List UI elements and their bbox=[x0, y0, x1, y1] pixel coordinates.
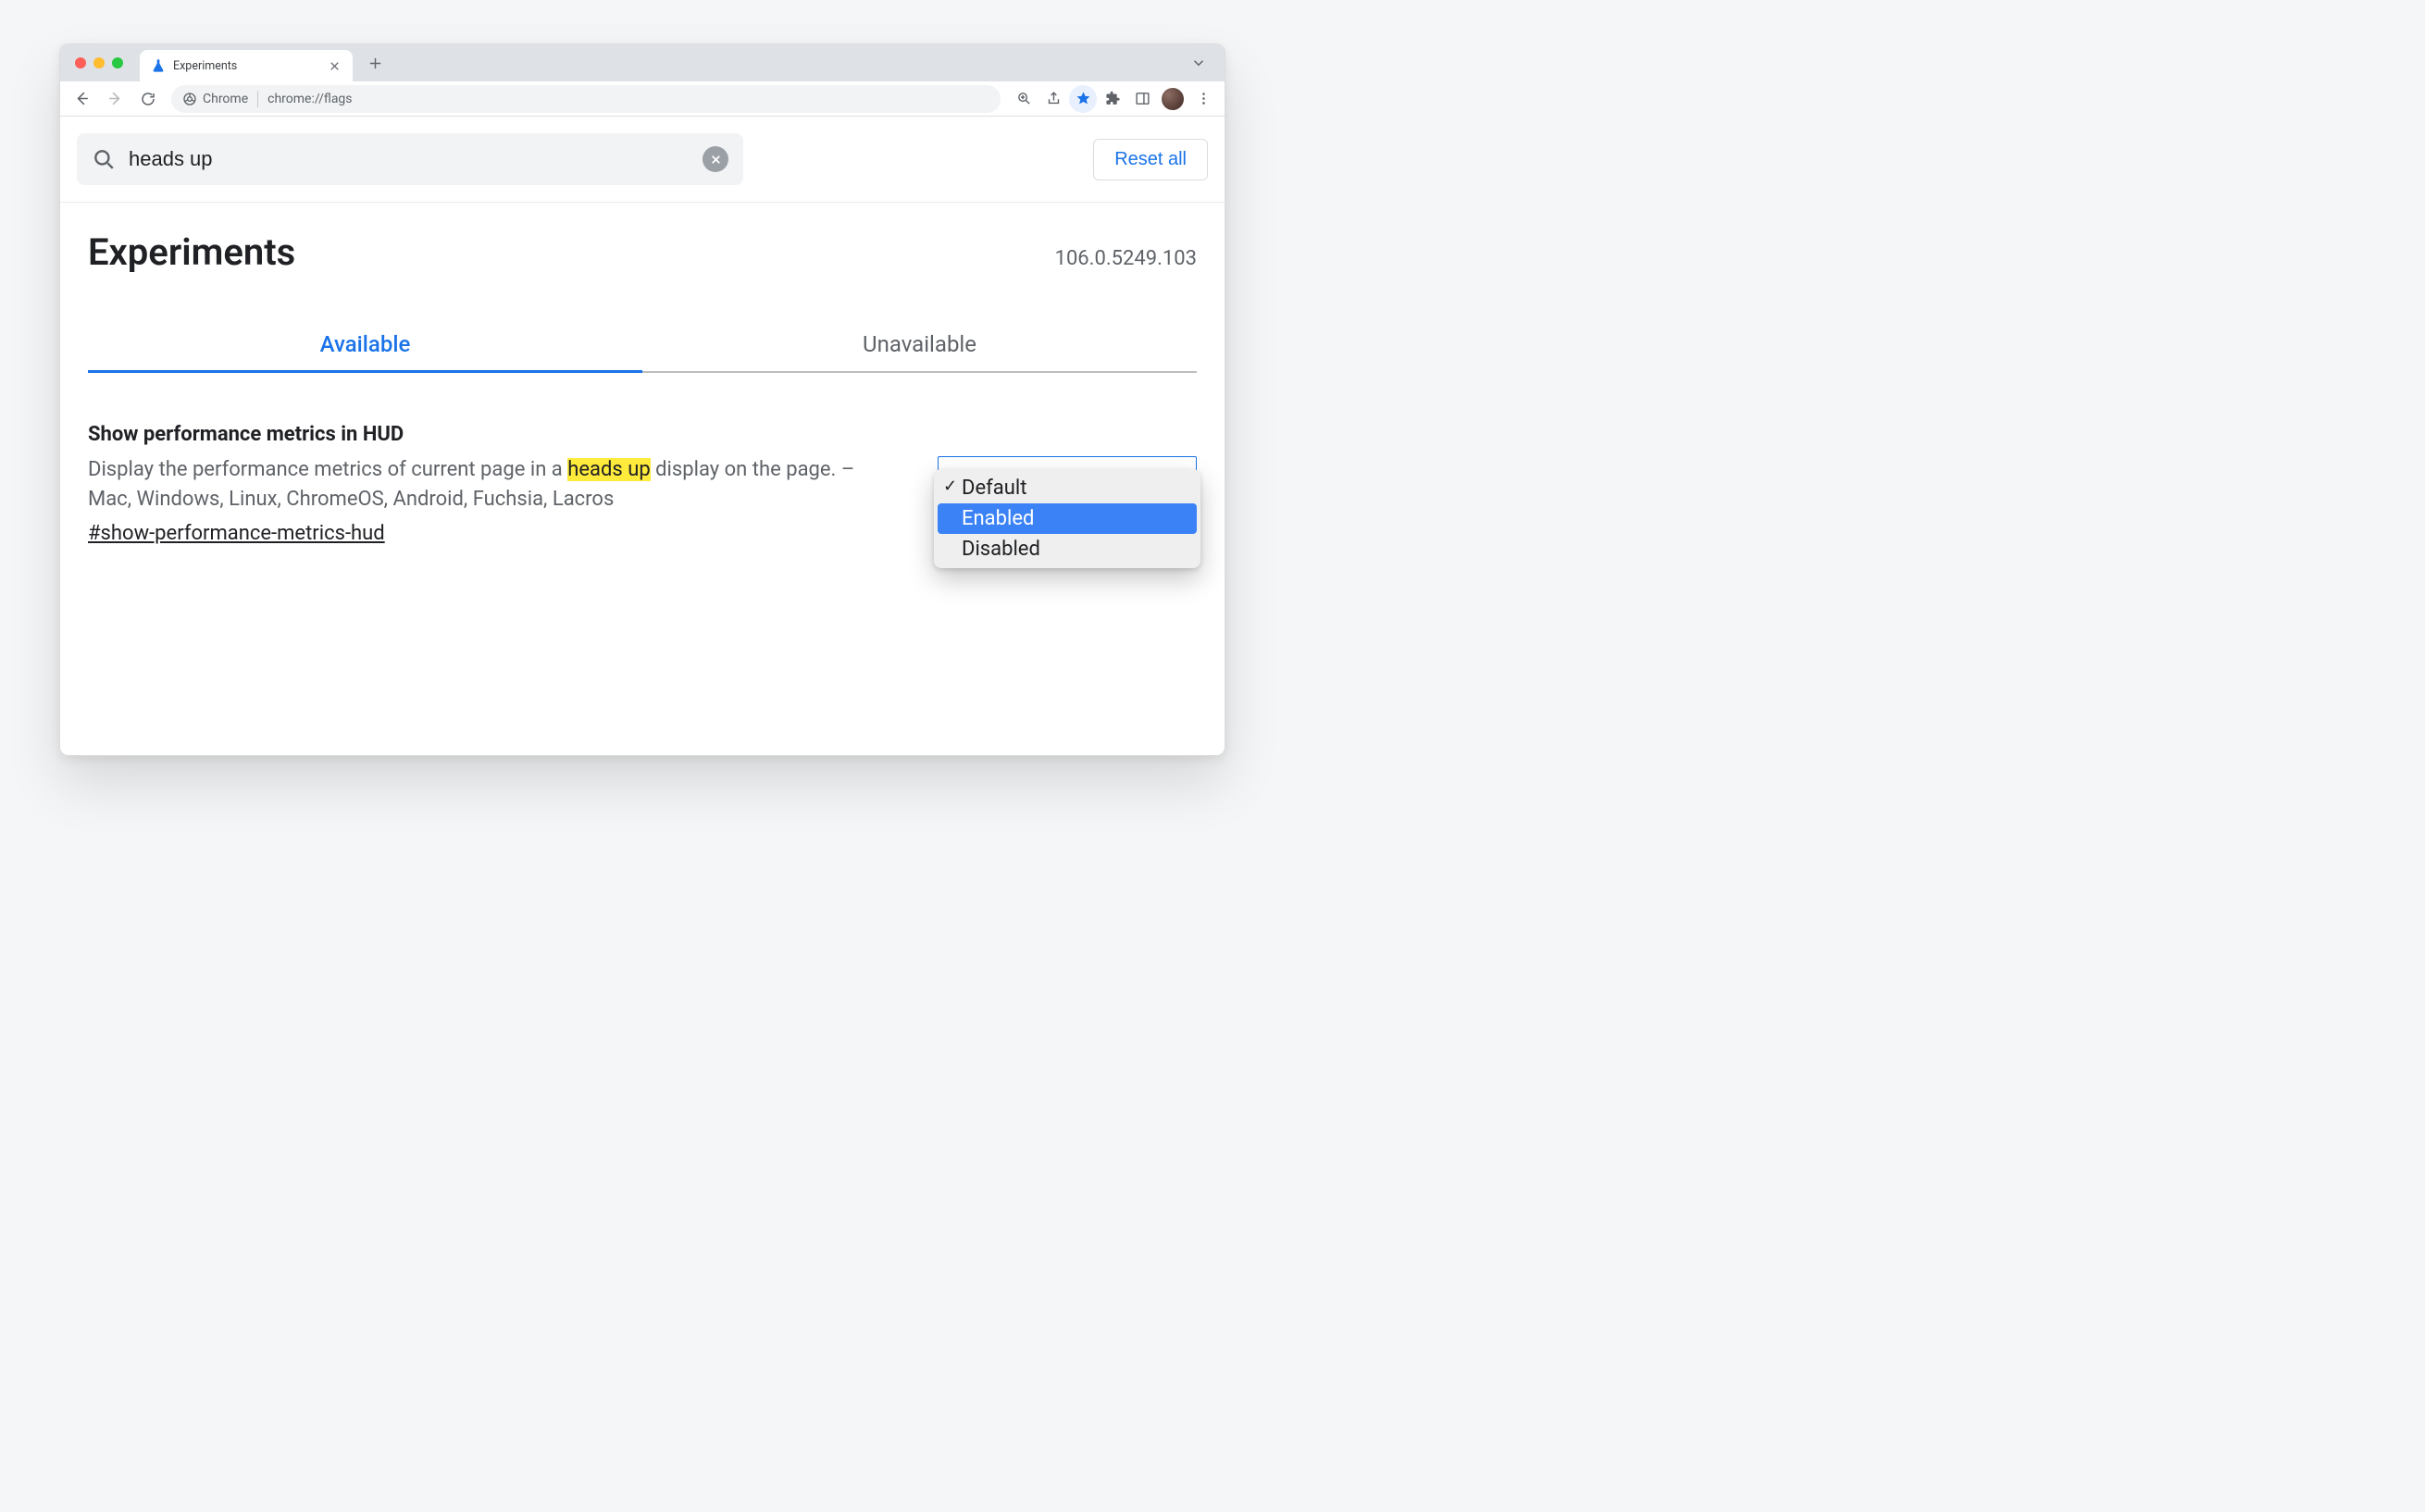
flag-desc-highlight: heads up bbox=[567, 458, 650, 481]
kebab-menu-icon[interactable] bbox=[1189, 85, 1217, 113]
forward-button[interactable] bbox=[101, 85, 129, 113]
fullscreen-window-button[interactable] bbox=[112, 57, 123, 68]
address-bar[interactable]: Chrome chrome://flags bbox=[171, 85, 1001, 113]
flags-search-row: Reset all bbox=[60, 117, 1225, 203]
flags-search-input[interactable] bbox=[129, 147, 690, 171]
dropdown-menu: Default Enabled Disabled bbox=[934, 469, 1200, 568]
tab-strip: Experiments bbox=[60, 44, 1225, 81]
share-icon[interactable] bbox=[1039, 85, 1067, 113]
browser-tab[interactable]: Experiments bbox=[140, 50, 353, 81]
flag-title: Show performance metrics in HUD bbox=[88, 423, 901, 446]
chrome-version: 106.0.5249.103 bbox=[1055, 247, 1197, 270]
page-header: Experiments 106.0.5249.103 bbox=[88, 230, 1197, 274]
tab-available[interactable]: Available bbox=[88, 318, 642, 373]
tabstrip-right bbox=[1186, 50, 1215, 76]
profile-avatar[interactable] bbox=[1162, 88, 1184, 110]
page-content: Reset all Experiments 106.0.5249.103 Ava… bbox=[60, 117, 1225, 755]
tab-title: Experiments bbox=[173, 59, 319, 73]
extensions-icon[interactable] bbox=[1099, 85, 1126, 113]
omnibox-divider bbox=[257, 91, 258, 107]
back-button[interactable] bbox=[68, 85, 95, 113]
origin-chip-label: Chrome bbox=[203, 92, 248, 106]
search-icon bbox=[92, 147, 116, 171]
dropdown-option-default[interactable]: Default bbox=[938, 473, 1197, 503]
page-title: Experiments bbox=[88, 230, 295, 274]
toolbar-right bbox=[1010, 85, 1217, 113]
bookmark-star-icon[interactable] bbox=[1069, 85, 1097, 113]
flags-search-box[interactable] bbox=[77, 133, 743, 185]
flag-description: Display the performance metrics of curre… bbox=[88, 455, 901, 514]
browser-window: Experiments Chrome bbox=[59, 43, 1225, 756]
reload-button[interactable] bbox=[134, 85, 162, 113]
sidepanel-icon[interactable] bbox=[1128, 85, 1156, 113]
flask-icon bbox=[151, 58, 166, 73]
flag-hash-link[interactable]: #show-performance-metrics-hud bbox=[88, 522, 385, 545]
flags-tabs: Available Unavailable bbox=[88, 318, 1197, 373]
close-window-button[interactable] bbox=[75, 57, 86, 68]
page-body: Experiments 106.0.5249.103 Available Una… bbox=[60, 203, 1225, 755]
new-tab-button[interactable] bbox=[362, 50, 388, 76]
clear-search-icon[interactable] bbox=[703, 146, 728, 172]
toolbar: Chrome chrome://flags bbox=[60, 81, 1225, 117]
window-controls bbox=[75, 57, 123, 68]
flag-item: Show performance metrics in HUD Display … bbox=[88, 423, 1197, 545]
url-text: chrome://flags bbox=[267, 92, 352, 106]
minimize-window-button[interactable] bbox=[93, 57, 105, 68]
chrome-icon bbox=[182, 92, 197, 106]
tab-unavailable[interactable]: Unavailable bbox=[642, 318, 1197, 373]
chrome-origin-chip: Chrome bbox=[182, 92, 248, 106]
dropdown-option-disabled[interactable]: Disabled bbox=[938, 534, 1197, 564]
close-tab-icon[interactable] bbox=[327, 58, 342, 73]
tab-list-chevron-icon[interactable] bbox=[1186, 50, 1212, 76]
dropdown-option-enabled[interactable]: Enabled bbox=[938, 503, 1197, 534]
flag-desc-pre: Display the performance metrics of curre… bbox=[88, 458, 567, 481]
flag-text: Show performance metrics in HUD Display … bbox=[88, 423, 901, 545]
zoom-icon[interactable] bbox=[1010, 85, 1038, 113]
reset-all-button[interactable]: Reset all bbox=[1093, 139, 1208, 180]
